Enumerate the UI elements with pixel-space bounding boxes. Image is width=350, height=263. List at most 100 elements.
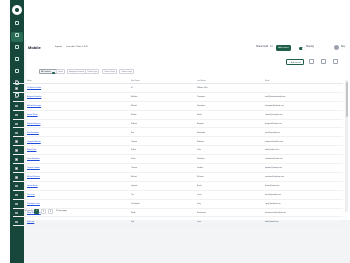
cell-name[interactable]: Tim Lucas <box>27 194 35 196</box>
cell-name[interactable]: Deb Lane <box>27 221 34 223</box>
column-header-name[interactable]: Name <box>27 80 32 82</box>
tab-deals[interactable]: Deals <box>56 69 65 74</box>
cell-name[interactable]: Roberto Bergeron <box>27 123 40 125</box>
cell-last-name: Lucas <box>197 193 202 196</box>
table-row[interactable]: Ron Hernandez Ron Hernandez ron@hernandez.n… <box>13 129 343 138</box>
table-row[interactable]: Christopher Gray Christopher Gray cgray@web… <box>13 200 343 209</box>
page-3-button[interactable]: 3 <box>48 209 53 214</box>
export-icon[interactable] <box>333 59 338 64</box>
column-header-email[interactable]: Email <box>265 80 270 82</box>
add-contact-button[interactable]: Add contact <box>276 45 291 51</box>
per-page-select[interactable]: 25 per page <box>56 210 67 212</box>
row-checkbox[interactable] <box>15 149 18 152</box>
cell-first-name: Thomas <box>131 140 138 143</box>
row-checkbox[interactable] <box>15 104 18 108</box>
add-record-button[interactable]: + Add record <box>286 59 304 65</box>
table-row[interactable]: Lynette Banks Lynnette Banks lbanks@email.c… <box>13 182 343 191</box>
inbox-icon <box>15 45 19 49</box>
tab-contact-logs[interactable]: Contact Logs <box>119 69 134 74</box>
cell-last-name: Williams, Wun <box>197 87 208 90</box>
row-checkbox[interactable] <box>15 202 18 206</box>
sidebar-item-inbox[interactable]: Inbox <box>11 44 23 54</box>
cell-last-name: Robinson <box>197 140 205 143</box>
sharing-label: Sharing <box>306 46 314 48</box>
row-checkbox[interactable] <box>15 193 18 197</box>
cell-email: vsteadman@email.com <box>265 158 283 161</box>
row-checkbox[interactable] <box>15 176 18 179</box>
cell-email: mrichman@webcorp.com <box>265 176 285 179</box>
sidebar-item-label: Data <box>15 38 19 39</box>
filter-icon[interactable] <box>309 59 314 64</box>
tab-count: 24 <box>51 72 55 75</box>
columns-icon[interactable] <box>321 59 326 64</box>
page-1-button[interactable]: 1 <box>34 209 39 214</box>
avatar[interactable] <box>334 45 339 50</box>
row-checkbox[interactable] <box>15 140 18 143</box>
row-checkbox[interactable] <box>15 95 18 99</box>
select-all-checkbox[interactable] <box>15 79 18 83</box>
row-checkbox[interactable] <box>15 113 18 117</box>
row-checkbox[interactable] <box>15 87 18 90</box>
tab-tickets-tasks[interactable]: Tickets Tasks <box>102 69 118 74</box>
table-row[interactable]: Dr. Michael Jordan M Williams, Wun <box>13 84 343 93</box>
cell-name[interactable]: Sandra Marsh <box>27 114 38 116</box>
cell-name[interactable]: Thomas Gardner <box>27 167 40 169</box>
table-row[interactable]: Deb Lane Deb Lane dlane@email.com <box>13 218 343 227</box>
row-checkbox[interactable] <box>15 158 18 161</box>
cell-name[interactable]: Vivian Steadman <box>27 158 40 160</box>
cell-name[interactable]: Christopher Gray <box>27 203 40 205</box>
table-row[interactable]: Vivian Steadman Vivian Steadman vsteadman@e… <box>13 155 343 165</box>
tab-all-contacts[interactable]: All Contacts24 <box>39 69 57 75</box>
cell-email: rduke@robert.com <box>265 149 279 152</box>
sidebar-item-label: Inbox <box>15 50 19 51</box>
sidebar-item-data[interactable]: Data <box>11 32 23 42</box>
app-logo[interactable] <box>12 5 22 15</box>
imports-badge[interactable]: Imports <box>55 45 62 50</box>
cell-name[interactable]: Michael Richman <box>27 176 40 178</box>
main-content: Mobile Imports Last edit: 5 Nov, 14:32 S… <box>13 0 350 263</box>
tab-tickets-logs[interactable]: Tickets Logs <box>85 69 100 74</box>
table-scrollbar[interactable] <box>345 80 348 212</box>
row-checkbox[interactable] <box>15 220 18 224</box>
table-row[interactable]: Roberto Bergeron Roberto Bergeron bergeron@… <box>13 120 343 129</box>
cell-first-name: Matthew <box>131 96 138 99</box>
cell-email: harrington@leafmail.com <box>265 104 284 107</box>
cell-email: lbanks@email.com <box>265 185 280 188</box>
cell-last-name: Bergeron <box>197 122 204 125</box>
cell-email: bergeron@inside.com <box>265 122 282 125</box>
row-checkbox[interactable] <box>15 184 18 188</box>
cell-name[interactable]: Bouqueto Hamilton <box>27 96 41 98</box>
cell-name[interactable]: Ron Hernandez <box>27 132 39 134</box>
cell-name[interactable]: Michael Harrington <box>27 105 41 107</box>
cell-name[interactable]: Robert Duke <box>27 149 36 151</box>
cell-name[interactable]: Thomas Robinson <box>27 141 41 143</box>
column-header-first-name[interactable]: First Name <box>131 80 140 82</box>
tab-assigned-contacts[interactable]: Assigned Contacts <box>67 69 87 74</box>
row-checkbox[interactable] <box>15 167 18 170</box>
table-row[interactable]: Michael Harrington Michael Harrington harri… <box>13 102 343 111</box>
sidebar-item-files[interactable]: Files <box>11 56 23 66</box>
sidebar-item-reports[interactable]: Reports <box>11 68 23 78</box>
row-checkbox[interactable] <box>15 131 18 135</box>
column-header-last-name[interactable]: Last Name <box>197 80 206 82</box>
cell-email: tlucas@provider.com <box>265 193 281 196</box>
sidebar-item-home[interactable]: Home <box>11 20 23 30</box>
table-row[interactable]: Thomas Gardner Thomas Gardner tgardner@samp… <box>13 164 343 173</box>
page-title: Mobile <box>28 45 41 50</box>
table-row[interactable]: Tim Lucas Tim Lucas tlucas@provider.com <box>13 191 343 200</box>
page-2-button[interactable]: 2 <box>41 209 46 214</box>
cell-email: trobinson@mailbox.com <box>265 140 284 143</box>
cell-first-name: Christopher <box>131 202 140 205</box>
cell-name[interactable]: Lynette Banks <box>27 185 38 187</box>
table-row[interactable]: Michael Richman Michael Richman mrichman@we… <box>13 173 343 182</box>
row-checkbox[interactable] <box>15 122 18 126</box>
table-row[interactable]: Thomas Robinson Thomas Robinson trobinson@m… <box>13 137 343 147</box>
cell-last-name: Richman <box>197 176 204 179</box>
table-row[interactable]: Bouqueto Hamilton Matthew Thompson matt@tho… <box>13 93 343 102</box>
table-row[interactable]: Sandra Marsh Sandra Marsh smarsh@example.co… <box>13 111 343 120</box>
table-row[interactable]: Robert Duke Robert Duke rduke@robert.com <box>13 146 343 156</box>
database-icon <box>15 33 19 37</box>
scrollbar-thumb[interactable] <box>345 82 348 117</box>
sharing-toggle[interactable] <box>299 46 305 50</box>
cell-name[interactable]: Dr. Michael Jordan <box>27 87 41 89</box>
